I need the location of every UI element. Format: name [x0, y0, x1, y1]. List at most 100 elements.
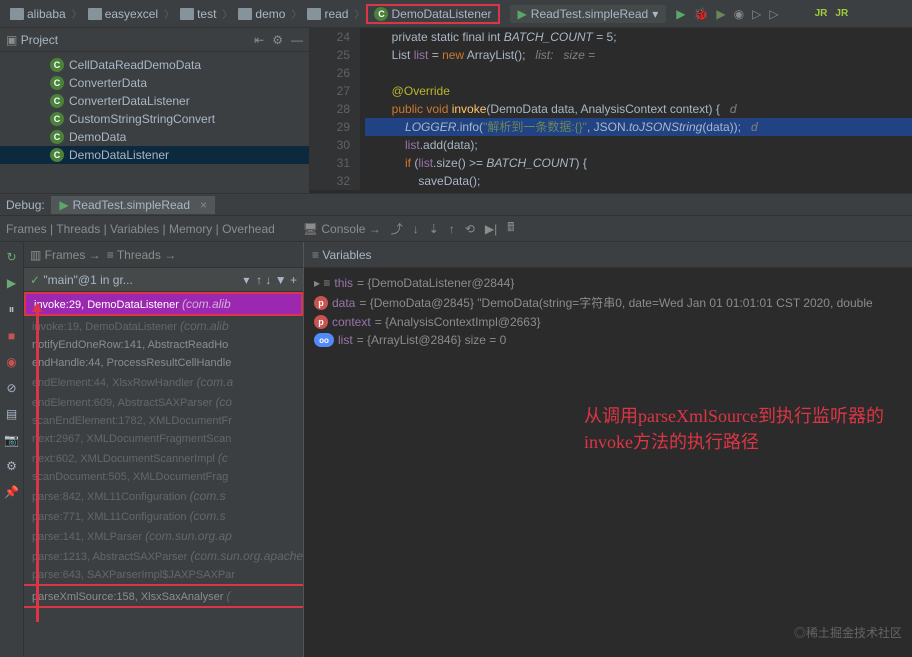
tree-item[interactable]: CConverterData: [0, 74, 309, 92]
tree-item[interactable]: CDemoDataListener: [0, 146, 309, 164]
code-line[interactable]: [365, 64, 912, 82]
debug-label: Debug:: [6, 198, 45, 212]
stack-frame[interactable]: invoke:29, DemoDataListener (com.alib: [24, 292, 303, 316]
layout-icon[interactable]: ▤: [6, 407, 17, 421]
breadcrumb-current[interactable]: CDemoDataListener: [366, 4, 499, 24]
project-tree[interactable]: CCellDataReadDemoDataCConverterDataCConv…: [0, 52, 309, 168]
debug-tab[interactable]: ▶ ReadTest.simpleRead ×: [51, 196, 215, 214]
threads-tab[interactable]: ≡ Threads →: [107, 248, 177, 262]
gear-icon[interactable]: ⚙: [272, 33, 283, 47]
pin-icon[interactable]: 📌: [4, 485, 19, 499]
editor-gutter: 242526272829303132: [310, 28, 360, 190]
chevron-down-icon: ▾: [652, 7, 658, 21]
prev-frame-icon[interactable]: ↑: [256, 273, 262, 287]
camera-icon[interactable]: 📷: [4, 433, 19, 447]
filter-icon[interactable]: ▼: [275, 273, 287, 287]
breadcrumb-bar: alibaba〉 easyexcel〉 test〉 demo〉 read〉 CD…: [0, 0, 912, 28]
class-icon: C: [50, 58, 64, 72]
stop-icon[interactable]: ■: [8, 329, 15, 343]
run-config-selector[interactable]: ▶ ReadTest.simpleRead ▾: [510, 5, 667, 23]
stack-frame[interactable]: next:602, XMLDocumentScannerImpl (c: [24, 448, 303, 468]
folder-icon: [88, 8, 102, 20]
step-over-icon[interactable]: ⤴: [391, 220, 403, 237]
rerun-icon[interactable]: ↻: [6, 250, 16, 264]
code-line[interactable]: LOGGER.info("解析到一条数据:{}", JSON.toJSONStr…: [365, 118, 912, 136]
code-line[interactable]: if (list.size() >= BATCH_COUNT) {: [365, 154, 912, 172]
code-line[interactable]: @Override: [365, 82, 912, 100]
stack-frame[interactable]: scanEndElement:1782, XMLDocumentFr: [24, 412, 303, 430]
code-line[interactable]: List list = new ArrayList(); list: size …: [365, 46, 912, 64]
code-editor[interactable]: 242526272829303132 private static final …: [310, 28, 912, 193]
add-icon[interactable]: +: [290, 273, 297, 287]
folder-icon: [10, 8, 24, 20]
variable-row[interactable]: ▸ ≡ this = {DemoDataListener@2844}: [310, 274, 906, 292]
run2-button[interactable]: ▷: [752, 7, 761, 21]
profile-button[interactable]: ◉: [734, 7, 744, 21]
stack-frame[interactable]: parse:141, XMLParser (com.sun.org.ap: [24, 526, 303, 546]
stack-frame[interactable]: next:2967, XMLDocumentFragmentScan: [24, 430, 303, 448]
tree-item[interactable]: CConverterDataListener: [0, 92, 309, 110]
class-icon: C: [374, 7, 388, 21]
stack-frame[interactable]: parse:643, SAXParserImpl$JAXPSAXPar: [24, 566, 303, 584]
stack-frame[interactable]: endHandle:44, ProcessResultCellHandle: [24, 354, 303, 372]
coverage-button[interactable]: ▶: [716, 7, 725, 21]
stack-frame[interactable]: parse:771, XML11Configuration (com.s: [24, 506, 303, 526]
folder-icon: [180, 8, 194, 20]
check-icon: ✓: [30, 273, 40, 287]
hide-icon[interactable]: —: [291, 33, 303, 47]
mute-bp-icon[interactable]: ⊘: [6, 381, 16, 395]
stack-frame[interactable]: endElement:609, AbstractSAXParser (co: [24, 392, 303, 412]
jrebel-icon2[interactable]: JR: [835, 8, 848, 19]
stack-frame[interactable]: parse:842, XML11Configuration (com.s: [24, 486, 303, 506]
project-panel-header[interactable]: ▣ Project ⇤ ⚙ —: [0, 28, 309, 52]
close-icon[interactable]: ×: [200, 198, 207, 212]
step-out-icon[interactable]: ↑: [449, 222, 455, 236]
run-cursor-icon[interactable]: ▶|: [485, 222, 497, 236]
variable-row[interactable]: p context = {AnalysisContextImpl@2663}: [310, 313, 906, 331]
debug-toolbar: Frames | Threads | Variables | Memory | …: [0, 216, 912, 242]
breadcrumb[interactable]: alibaba〉 easyexcel〉 test〉 demo〉 read〉 CD…: [0, 4, 500, 24]
tree-item[interactable]: CCellDataReadDemoData: [0, 56, 309, 74]
class-icon: C: [50, 112, 64, 126]
class-icon: C: [50, 148, 64, 162]
class-icon: C: [50, 130, 64, 144]
code-line[interactable]: list.add(data);: [365, 136, 912, 154]
variables-list[interactable]: ▸ ≡ this = {DemoDataListener@2844}p data…: [304, 268, 912, 355]
view-bp-icon[interactable]: ◉: [6, 355, 16, 369]
resume-icon[interactable]: ▶: [7, 276, 16, 290]
debug-tabs[interactable]: Frames | Threads | Variables | Memory | …: [6, 222, 275, 236]
thread-selector[interactable]: ✓ "main"@1 in gr... ▾ ↑ ↓ ▼ +: [24, 268, 303, 292]
chevron-down-icon: ▾: [243, 273, 249, 287]
debug-button[interactable]: 🐞: [693, 7, 708, 21]
drop-frame-icon[interactable]: ⟲: [465, 222, 475, 236]
frames-tab[interactable]: ▥ Frames →: [30, 248, 101, 262]
tree-item[interactable]: CDemoData: [0, 128, 309, 146]
next-frame-icon[interactable]: ↓: [265, 273, 271, 287]
pause-icon[interactable]: ⏸: [8, 302, 14, 317]
code-line[interactable]: private static final int BATCH_COUNT = 5…: [365, 28, 912, 46]
code-line[interactable]: public void invoke(DemoData data, Analys…: [365, 100, 912, 118]
force-step-icon[interactable]: ⇣: [429, 222, 439, 236]
stack-frame[interactable]: scanDocument:505, XMLDocumentFrag: [24, 468, 303, 486]
stack-frame[interactable]: invoke:19, DemoDataListener (com.alib: [24, 316, 303, 336]
stack-frame[interactable]: parseXmlSource:158, XlsxSaxAnalyser (: [24, 584, 303, 608]
variable-row[interactable]: p data = {DemoData@2845} "DemoData(strin…: [310, 292, 906, 313]
step-into-icon[interactable]: ↓: [413, 222, 419, 236]
debug-panel: Debug: ▶ ReadTest.simpleRead × Frames | …: [0, 193, 912, 657]
jrebel-icon[interactable]: JR: [815, 8, 828, 19]
run-icon: ▶: [59, 198, 68, 212]
evaluate-icon[interactable]: 🖩: [507, 218, 514, 239]
stack-frame[interactable]: notifyEndOneRow:141, AbstractReadHo: [24, 336, 303, 354]
settings-icon[interactable]: ⚙: [6, 459, 17, 473]
stack-frame[interactable]: endElement:44, XlsxRowHandler (com.a: [24, 372, 303, 392]
run-button[interactable]: ▶: [676, 7, 685, 21]
class-icon: C: [50, 76, 64, 90]
code-line[interactable]: saveData();: [365, 172, 912, 190]
variable-row[interactable]: oo list = {ArrayList@2846} size = 0: [310, 331, 906, 349]
stack-frames[interactable]: invoke:29, DemoDataListener (com.alibinv…: [24, 292, 303, 608]
run3-button[interactable]: ▷: [769, 7, 778, 21]
console-tab[interactable]: 🖥 Console →: [303, 222, 381, 236]
tree-item[interactable]: CCustomStringStringConvert: [0, 110, 309, 128]
stack-frame[interactable]: parse:1213, AbstractSAXParser (com.sun.o…: [24, 546, 303, 566]
collapse-icon[interactable]: ⇤: [254, 33, 264, 47]
